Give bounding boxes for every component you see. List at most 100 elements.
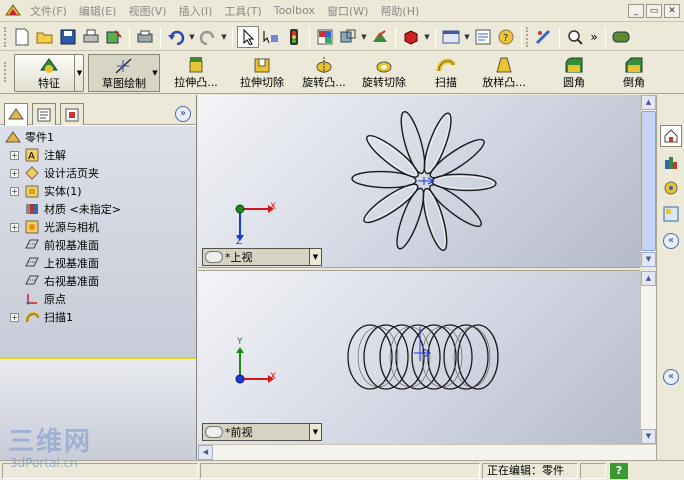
expand-icon[interactable]: + <box>10 168 19 178</box>
viewport-dropdown-icon[interactable]: ▼ <box>463 33 471 41</box>
features-tab-button[interactable]: 特征 ▼ <box>14 54 84 92</box>
status-help-icon[interactable]: ? <box>610 462 628 479</box>
menu-file[interactable]: 文件(F) <box>24 3 73 19</box>
redo-dropdown-icon[interactable]: ▼ <box>220 33 228 41</box>
viewport-bottom-dropdown-icon[interactable]: ▼ <box>309 424 321 440</box>
menu-tools[interactable]: 工具(T) <box>218 3 267 19</box>
viewport-top[interactable]: X Z *上视 ▼ <box>198 95 640 267</box>
select-filter-icon[interactable] <box>260 26 282 48</box>
traffic-light-icon[interactable] <box>283 26 305 48</box>
scroll-up-icon[interactable]: ▲ <box>641 271 656 286</box>
collapse-panel-icon[interactable]: » <box>175 106 191 122</box>
minimize-icon[interactable]: _ <box>628 3 644 18</box>
display-style-icon[interactable] <box>337 26 359 48</box>
expand-icon[interactable]: + <box>10 312 19 322</box>
printer-icon[interactable] <box>134 26 156 48</box>
extrude-cut-icon <box>251 54 273 76</box>
cmd-grip[interactable] <box>4 62 7 82</box>
horizontal-scrollbar[interactable]: ◀ <box>198 444 656 460</box>
feature-manager-tab-icon[interactable] <box>4 103 28 126</box>
tree-item-sweep1[interactable]: + 扫描1 <box>10 308 73 326</box>
view-palette-icon[interactable] <box>660 203 682 225</box>
menu-toolbox[interactable]: Toolbox <box>268 4 321 17</box>
grid-icon[interactable] <box>314 26 336 48</box>
task-pane-collapse-icon[interactable]: « <box>663 233 679 249</box>
redo-icon[interactable] <box>197 26 219 48</box>
revolve-boss-icon <box>313 54 335 76</box>
help-icon[interactable]: ? <box>495 26 517 48</box>
menu-insert[interactable]: 插入(I) <box>173 3 219 19</box>
undo-icon[interactable] <box>165 26 187 48</box>
appearance-dropdown-icon[interactable]: ▼ <box>423 33 431 41</box>
scroll-left-icon[interactable]: ◀ <box>198 445 213 460</box>
task-pane-home-icon[interactable] <box>660 125 682 147</box>
configuration-manager-tab-icon[interactable] <box>60 103 84 125</box>
undo-dropdown-icon[interactable]: ▼ <box>188 33 196 41</box>
menu-help[interactable]: 帮助(H) <box>374 3 425 19</box>
viewport-bottom[interactable]: X Y *前视 ▼ <box>198 271 640 460</box>
select-arrow-icon[interactable] <box>237 25 259 48</box>
view-orient-icon[interactable] <box>369 26 391 48</box>
features-dropdown-icon[interactable]: ▼ <box>74 55 84 91</box>
extrude-cut-button[interactable]: 拉伸切除 <box>232 54 292 92</box>
rebuild-icon[interactable] <box>103 26 125 48</box>
tree-root[interactable]: 零件1 <box>4 128 54 146</box>
tree-item-design-binder[interactable]: + 设计活页夹 <box>10 164 99 182</box>
expand-icon[interactable]: + <box>10 222 19 232</box>
tree-item-annotations[interactable]: + A 注解 <box>10 146 66 164</box>
property-manager-tab-icon[interactable] <box>32 103 56 125</box>
menu-edit[interactable]: 编辑(E) <box>73 3 123 19</box>
toolbar-grip[interactable] <box>526 26 529 47</box>
viewport-top-dropdown-icon[interactable]: ▼ <box>309 249 321 265</box>
print-icon[interactable] <box>80 26 102 48</box>
loft-boss-button[interactable]: 放样凸... <box>474 54 534 92</box>
addins-icon[interactable] <box>610 26 632 48</box>
revolve-cut-button[interactable]: 旋转切除 <box>356 54 412 92</box>
restore-icon[interactable]: ▭ <box>646 3 662 18</box>
expand-icon[interactable]: + <box>10 150 19 160</box>
tree-item-lights-cameras[interactable]: + 光源与相机 <box>10 218 99 236</box>
tree-item-solid-bodies[interactable]: + 实体(1) <box>10 182 82 200</box>
appearance-cube-icon[interactable] <box>400 26 422 48</box>
viewport-top-tab[interactable]: *上视 ▼ <box>202 248 322 266</box>
close-icon[interactable]: ✕ <box>664 3 680 18</box>
menu-view[interactable]: 视图(V) <box>122 3 172 19</box>
zoom-icon[interactable] <box>564 26 586 48</box>
tree-item-front-plane[interactable]: 前视基准面 <box>23 236 99 254</box>
scroll-up-icon[interactable]: ▲ <box>641 95 656 110</box>
viewport-top-scrollbar[interactable]: ▲ ▼ <box>640 95 656 267</box>
viewport-bottom-scrollbar[interactable]: ▲ ▼ <box>640 271 656 444</box>
tree-item-right-plane[interactable]: 右视基准面 <box>23 272 99 290</box>
scroll-down-icon[interactable]: ▼ <box>641 429 656 444</box>
extrude-boss-button[interactable]: 拉伸凸... <box>166 54 226 92</box>
sketch-dropdown-icon[interactable]: ▼ <box>150 55 160 91</box>
more-chevron-icon[interactable]: » <box>587 26 601 48</box>
design-library-icon[interactable] <box>660 151 682 173</box>
menu-window[interactable]: 窗口(W) <box>321 3 374 19</box>
tree-item-material[interactable]: 材质 <未指定> <box>23 200 121 218</box>
expand-icon[interactable]: + <box>10 186 19 196</box>
solidworks-logo-icon[interactable] <box>2 1 24 21</box>
save-icon[interactable] <box>57 26 79 48</box>
toolbar-grip[interactable] <box>4 26 7 47</box>
open-folder-icon[interactable] <box>34 26 56 48</box>
viewport-bottom-tab[interactable]: *前视 ▼ <box>202 423 322 441</box>
chamfer-button[interactable]: 倒角 <box>616 54 652 92</box>
scroll-thumb[interactable] <box>641 111 656 251</box>
task-pane-collapse-lower-icon[interactable]: « <box>663 369 679 385</box>
properties-icon[interactable] <box>472 26 494 48</box>
sweep-button[interactable]: 扫描 <box>428 54 464 92</box>
fillet-button[interactable]: 圆角 <box>556 54 592 92</box>
revolve-boss-button[interactable]: 旋转凸... <box>294 54 354 92</box>
viewport-layout-icon[interactable] <box>440 26 462 48</box>
display-dropdown-icon[interactable]: ▼ <box>360 33 368 41</box>
tree-item-origin[interactable]: 原点 <box>23 290 66 308</box>
scroll-down-icon[interactable]: ▼ <box>641 252 656 267</box>
sketch-tab-button[interactable]: 草图绘制 ▼ <box>88 54 160 92</box>
tree-item-top-plane[interactable]: 上视基准面 <box>23 254 99 272</box>
measure-icon[interactable] <box>533 26 555 48</box>
new-document-icon[interactable] <box>11 26 33 48</box>
part-icon <box>4 129 22 145</box>
file-explorer-icon[interactable] <box>660 177 682 199</box>
graphics-area[interactable]: X Z *上视 ▼ X Y *前视 ▼ <box>198 95 640 460</box>
